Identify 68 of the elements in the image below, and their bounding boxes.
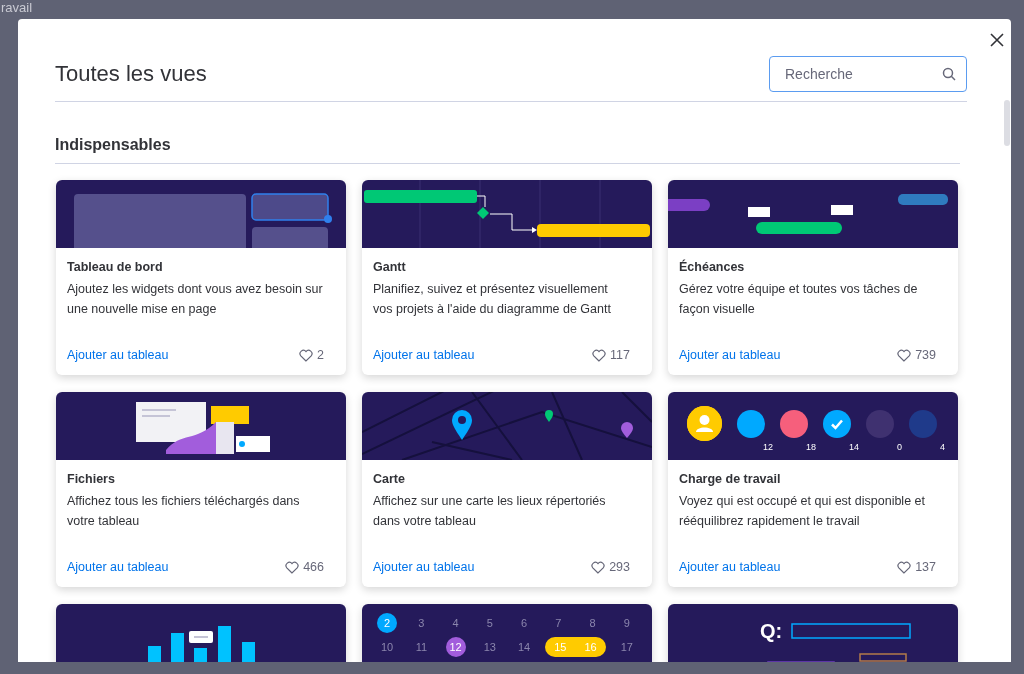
calendar-day: 11 <box>404 637 439 658</box>
like-count: 137 <box>915 559 936 577</box>
like-count: 293 <box>609 559 630 577</box>
card-title: Gantt <box>373 260 407 276</box>
card-title: Charge de travail <box>679 472 782 488</box>
chart-bar <box>171 633 184 662</box>
heart-icon[interactable] <box>285 561 300 575</box>
calendar-day: 2 <box>377 613 398 634</box>
heart-icon[interactable] <box>592 349 607 363</box>
calendar-day: 7 <box>541 613 576 634</box>
card-title: Carte <box>373 472 406 488</box>
scrollbar-thumb[interactable] <box>1004 100 1010 146</box>
card-description: Planifiez, suivez et présentez visuellement vos projets à l'aide du diagramme de Gantt <box>373 281 612 318</box>
add-link[interactable]: Ajouter au tableau <box>679 346 781 366</box>
card-description: Affichez tous les fichiers téléchargés dans votre tableau <box>67 493 301 530</box>
modal-title: Toutes les vues <box>55 60 207 88</box>
add-link[interactable]: Ajouter au tableau <box>679 558 781 578</box>
count-label: 12 <box>763 441 773 453</box>
calendar-day: 10 <box>370 637 405 658</box>
calendar-day: 16 <box>575 637 606 658</box>
calendar-day: 14 <box>507 637 542 658</box>
chart-bar <box>148 646 161 662</box>
heart-icon[interactable] <box>897 561 912 575</box>
card-title: Échéances <box>679 260 746 276</box>
count-label: 4 <box>940 441 945 453</box>
add-link[interactable]: Ajouter au tableau <box>67 558 169 578</box>
add-link[interactable]: Ajouter au tableau <box>373 558 475 578</box>
section-title: Indispensables <box>55 135 960 165</box>
like-count: 117 <box>610 347 630 365</box>
option-field <box>859 653 907 662</box>
card-description: Ajoutez les widgets dont vous avez besoin sur une nouvelle mise en page <box>67 281 324 318</box>
like-count: 739 <box>915 347 936 365</box>
count-label: 18 <box>806 441 816 453</box>
calendar-day: 9 <box>609 613 644 634</box>
add-link[interactable]: Ajouter au tableau <box>67 346 169 366</box>
tooltip-drawing <box>189 631 213 644</box>
calendar-day: 15 <box>545 637 576 658</box>
count-label: 0 <box>897 441 902 453</box>
chart-bar <box>242 642 255 662</box>
card-description: Affichez sur une carte les lieux répertoriés dans votre tableau <box>373 493 607 530</box>
card-description: Voyez qui est occupé et qui est disponible et rééquilibrez rapidement le travail <box>679 493 926 530</box>
app-title: ravail <box>1 0 33 17</box>
avatar-icon <box>687 406 722 442</box>
close-icon <box>990 33 1004 47</box>
calendar-day: 8 <box>575 613 610 634</box>
calendar-day: 6 <box>507 613 542 634</box>
search-field[interactable]: Recherche <box>769 56 967 92</box>
calendar-day: 3 <box>404 613 439 634</box>
heart-icon[interactable] <box>897 349 912 363</box>
heart-icon[interactable] <box>299 349 314 363</box>
calendar-day: 12 <box>445 637 466 658</box>
chart-bar <box>194 648 207 662</box>
like-count: 2 <box>317 347 324 365</box>
like-count: 466 <box>303 559 324 577</box>
calendar-day: 4 <box>438 613 473 634</box>
calendar-day: 5 <box>472 613 507 634</box>
add-link[interactable]: Ajouter au tableau <box>373 346 475 366</box>
card-title: Fichiers <box>67 472 116 488</box>
calendar-day: 13 <box>472 637 507 658</box>
close-button[interactable] <box>988 31 1006 49</box>
heart-icon[interactable] <box>591 561 606 575</box>
card-description: Gérez votre équipe et toutes vos tâches de façon visuelle <box>679 281 919 318</box>
search-icon <box>942 67 956 81</box>
chart-bar <box>218 626 231 662</box>
calendar-day: 17 <box>609 637 644 658</box>
count-label: 14 <box>849 441 859 453</box>
card-title: Tableau de bord <box>67 260 164 276</box>
question-label: Q: <box>760 619 783 645</box>
